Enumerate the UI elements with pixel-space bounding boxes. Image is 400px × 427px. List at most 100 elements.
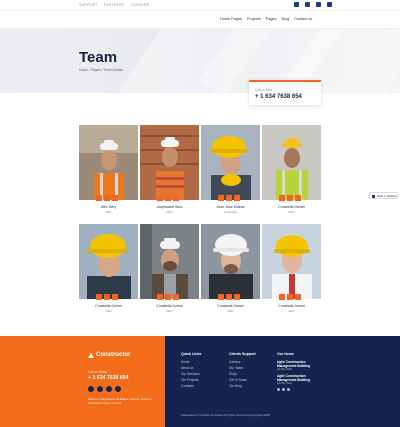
member-photo (140, 125, 199, 200)
member-role: CEO (105, 309, 112, 313)
footer-logo[interactable]: Constructor (88, 352, 130, 358)
linkedin-icon[interactable] (316, 2, 321, 7)
member-socials (218, 294, 240, 300)
page-hero: Team Home / Pages / Team Details (0, 29, 400, 93)
twitter-icon[interactable] (226, 294, 232, 300)
facebook-icon[interactable] (279, 195, 285, 201)
facebook-icon[interactable] (157, 294, 163, 300)
twitter-icon[interactable] (287, 294, 293, 300)
member-socials (157, 294, 179, 300)
member-name: Corabella Dorsel (278, 304, 305, 308)
top-utility-bar: SUPPORT PARTNERS CAREERS (0, 0, 400, 11)
nav-pages[interactable]: Pages (266, 17, 277, 21)
news-item[interactable]: Agile Construction Management Building 2… (277, 360, 323, 371)
member-role: CEO (166, 309, 173, 313)
member-name: Corabella Dorsel (278, 205, 305, 209)
footer-social-icons (88, 386, 121, 392)
member-name: Juan Jose Estese (216, 205, 245, 209)
footer-brand-panel (79, 336, 165, 427)
client-support-column: Clients Support Careers Our Team FAQs Ge… (229, 352, 256, 390)
footer-call-label: Call us Today (88, 370, 108, 374)
member-photo (140, 224, 199, 299)
news-item[interactable]: Agile Construction Management Building 2… (277, 374, 323, 385)
linkedin-icon[interactable] (112, 195, 118, 201)
member-name: Corabella Dorsel (95, 304, 122, 308)
nav-projects[interactable]: Projects (247, 17, 261, 21)
news-social-icons (277, 388, 323, 391)
twitter-icon[interactable] (282, 388, 285, 391)
member-role: CEO (105, 210, 112, 214)
member-socials (218, 195, 240, 201)
member-name: Josphkand Sora (156, 205, 183, 209)
member-photo (79, 224, 138, 299)
constructor-logo-icon (88, 352, 94, 358)
facebook-icon[interactable] (218, 195, 224, 201)
twitter-icon[interactable] (97, 386, 103, 392)
webflow-icon (372, 194, 375, 198)
copyright-text: Marksalone © Goalco Template All rights … (181, 413, 271, 417)
member-socials (279, 294, 301, 300)
quick-links-column: Quick Links Home About us Our Services O… (181, 352, 201, 390)
member-photo (79, 125, 138, 200)
nav-home-pages[interactable]: Home Pages (220, 17, 242, 21)
made-in-webflow-badge[interactable]: Made in Webflow (369, 192, 398, 199)
footer-link-contacts[interactable]: Contacts (181, 384, 201, 390)
member-socials (279, 195, 301, 201)
youtube-icon[interactable] (115, 386, 121, 392)
member-name: Corabella Dorsel (217, 304, 244, 308)
footer-description: Fusce eu magna quis elit finibus vivamus… (88, 397, 152, 405)
facebook-icon[interactable] (88, 386, 94, 392)
member-role: CEO (166, 210, 173, 214)
youtube-icon[interactable] (327, 2, 332, 7)
facebook-icon[interactable] (305, 2, 310, 7)
news-column: Our News Agile Construction Management B… (277, 352, 323, 391)
careers-link[interactable]: CAREERS (131, 3, 150, 7)
member-role: CEO (288, 210, 295, 214)
member-photo (262, 224, 321, 299)
nav-blog[interactable]: Blog (281, 17, 289, 21)
facebook-icon[interactable] (96, 294, 102, 300)
footer-orange-bg (0, 336, 79, 427)
support-link[interactable]: SUPPORT (79, 3, 98, 7)
linkedin-icon[interactable] (173, 195, 179, 201)
member-role: CEO (288, 309, 295, 313)
twitter-icon[interactable] (104, 294, 110, 300)
member-photo (201, 125, 260, 200)
linkedin-icon[interactable] (295, 195, 301, 201)
breadcrumb[interactable]: Home / Pages / Team Details (79, 68, 123, 72)
member-name: Corabella Dorsel (156, 304, 183, 308)
call-us-card: Call us Now + 1 634 7638 654 (249, 80, 321, 105)
twitter-icon[interactable] (226, 195, 232, 201)
member-socials (96, 195, 118, 201)
call-number[interactable]: + 1 634 7638 654 (255, 94, 302, 100)
linkedin-icon[interactable] (287, 388, 290, 391)
twitter-icon[interactable] (104, 195, 110, 201)
linkedin-icon[interactable] (173, 294, 179, 300)
twitter-icon[interactable] (165, 294, 171, 300)
quick-links-heading: Quick Links (181, 352, 202, 356)
facebook-icon[interactable] (157, 195, 163, 201)
nav-contact[interactable]: Contact us (294, 17, 312, 21)
linkedin-icon[interactable] (106, 386, 112, 392)
linkedin-icon[interactable] (234, 195, 240, 201)
facebook-icon[interactable] (218, 294, 224, 300)
linkedin-icon[interactable] (234, 294, 240, 300)
call-label: Call us Now (255, 88, 273, 92)
member-role: Expertise (224, 210, 237, 214)
utility-links: SUPPORT PARTNERS CAREERS (79, 3, 149, 7)
facebook-icon[interactable] (96, 195, 102, 201)
twitter-icon[interactable] (287, 195, 293, 201)
footer-link-blog[interactable]: Our Blog (229, 384, 256, 390)
partners-link[interactable]: PARTNERS (104, 3, 125, 7)
member-photo (262, 125, 321, 200)
twitter-icon[interactable] (294, 2, 299, 7)
linkedin-icon[interactable] (295, 294, 301, 300)
facebook-icon[interactable] (277, 388, 280, 391)
facebook-icon[interactable] (279, 294, 285, 300)
twitter-icon[interactable] (165, 195, 171, 201)
linkedin-icon[interactable] (112, 294, 118, 300)
member-photo (201, 224, 260, 299)
footer-call-number[interactable]: + 1 634 7638 654 (88, 375, 129, 381)
member-name: Alex Dery (100, 205, 117, 209)
main-nav: Home Pages Projects Pages Blog Contact u… (0, 11, 400, 29)
